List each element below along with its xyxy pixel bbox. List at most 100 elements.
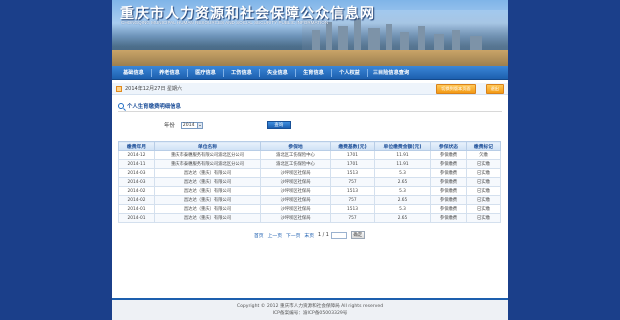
table-cell: 2.65 [374,195,431,205]
col-header-company: 单位名称 [154,141,261,151]
last-page-link[interactable]: 末页 [304,232,314,239]
table-cell: 昌达达（重庆）有限公司 [154,204,261,214]
nav-item-query[interactable]: 三目险信息查询 [368,69,414,76]
table-cell: 重庆市泰穗服务有限公司渝北区分公司 [154,159,261,169]
pagination: 首页 上一页 下一页 末页 1 / 1 确定 [112,230,508,240]
table-cell: 已实缴 [466,168,501,178]
main-nav: 基础信息 养老信息 医疗信息 工伤信息 失业信息 生育信息 个人权益 三目险信息… [112,66,508,80]
next-page-link[interactable]: 下一页 [286,232,300,239]
table-cell: 2014-12 [118,150,155,160]
table-cell: 沙坪坝区社保局 [260,204,331,214]
prev-page-link[interactable]: 上一页 [268,232,282,239]
table-cell: 1513 [330,168,375,178]
nav-item-injury[interactable]: 工伤信息 [224,69,259,76]
table-cell: 沙坪坝区社保局 [260,186,331,196]
payment-table: 缴费年月 单位名称 参保地 缴费基数(元) 单位缴费金额(元) 参保状态 缴费标… [118,141,501,223]
table-cell: 2014-02 [118,195,155,205]
table-cell: 参保缴费 [430,186,467,196]
table-row: 2014-03 昌达达（重庆）有限公司 沙坪坝区社保局 757 2.65 参保缴… [118,177,501,187]
table-cell: 参保缴费 [430,168,467,178]
section-title: 个人生育缴费明细信息 [127,104,181,110]
table-row: 2014-01 昌达达（重庆）有限公司 沙坪坝区社保局 757 2.65 参保缴… [118,213,501,223]
table-cell: 昌达达（重庆）有限公司 [154,168,261,178]
year-select[interactable]: 2014 [180,121,203,129]
table-cell: 已实缴 [466,186,501,196]
table-cell: 1513 [330,204,375,214]
table-cell: 757 [330,195,375,205]
nav-item-unemployment[interactable]: 失业信息 [260,69,295,76]
col-header-base: 缴费基数(元) [330,141,375,151]
col-header-flag: 缴费标记 [466,141,501,151]
chevron-down-icon[interactable] [196,122,202,128]
table-cell: 2014-03 [118,177,155,187]
table-cell: 欠缴 [466,150,501,160]
switch-version-button[interactable]: 切换到版本页面 [436,83,476,94]
table-row: 2014-02 昌达达（重庆）有限公司 沙坪坝区社保局 1513 5.3 参保缴… [118,186,501,196]
table-row: 2014-02 昌达达（重庆）有限公司 沙坪坝区社保局 757 2.65 参保缴… [118,195,501,205]
year-select-value: 2014 [182,122,195,128]
header-banner: 重庆市人力资源和社会保障公众信息网 CHONGQING MUNICIPAL HU… [112,0,508,66]
table-cell: 2014-03 [118,168,155,178]
table-row: 2014-03 昌达达（重庆）有限公司 沙坪坝区社保局 1513 5.3 参保缴… [118,168,501,178]
nav-item-pension[interactable]: 养老信息 [152,69,187,76]
filter-row: 年份 2014 查询 [112,118,508,132]
site-subtitle: CHONGQING MUNICIPAL HUMAN RESOURCES AND … [121,20,329,25]
table-cell: 2014-11 [118,159,155,169]
page: 重庆市人力资源和社会保障公众信息网 CHONGQING MUNICIPAL HU… [112,0,508,320]
table-cell: 757 [330,177,375,187]
table-cell: 1701 [330,150,375,160]
table-cell: 沙坪坝区社保局 [260,195,331,205]
table-cell: 参保缴费 [430,195,467,205]
col-header-amount: 单位缴费金额(元) [374,141,431,151]
page-number-input[interactable] [330,231,347,239]
table-cell: 已实缴 [466,213,501,223]
go-button[interactable]: 确定 [350,231,365,239]
table-cell: 参保缴费 [430,204,467,214]
table-cell: 昌达达（重庆）有限公司 [154,177,261,187]
logout-button[interactable]: 退出 [485,83,504,94]
table-cell: 11.91 [374,150,431,160]
table-cell: 已实缴 [466,159,501,169]
table-cell: 已实缴 [466,177,501,187]
table-cell: 渝北区工伤保险中心 [260,159,331,169]
nav-item-basic[interactable]: 基础信息 [116,69,151,76]
table-cell: 2014-01 [118,204,155,214]
table-cell: 2014-01 [118,213,155,223]
table-cell: 沙坪坝区社保局 [260,213,331,223]
info-bar: 2014年12月27日 星期六 切换到版本页面 退出 [112,83,508,95]
query-button[interactable]: 查询 [266,121,291,129]
table-cell: 参保缴费 [430,213,467,223]
table-cell: 昌达达（重庆）有限公司 [154,195,261,205]
table-cell: 参保缴费 [430,150,467,160]
current-date: 2014年12月27日 星期六 [125,86,183,92]
table-cell: 2.65 [374,177,431,187]
col-header-status: 参保状态 [430,141,467,151]
table-cell: 5.3 [374,204,431,214]
table-cell: 已实缴 [466,204,501,214]
table-cell: 1513 [330,186,375,196]
table-row: 2014-01 昌达达（重庆）有限公司 沙坪坝区社保局 1513 5.3 参保缴… [118,204,501,214]
table-cell: 参保缴费 [430,159,467,169]
nav-item-maternity[interactable]: 生育信息 [296,69,331,76]
table-cell: 沙坪坝区社保局 [260,168,331,178]
table-cell: 11.91 [374,159,431,169]
nav-item-medical[interactable]: 医疗信息 [188,69,223,76]
table-row: 2014-11 重庆市泰穗服务有限公司渝北区分公司 渝北区工伤保险中心 1701… [118,159,501,169]
table-row: 2014-12 重庆市泰穗服务有限公司渝北区分公司 渝北区工伤保险中心 1701… [118,150,501,160]
table-cell: 2014-02 [118,186,155,196]
table-cell: 参保缴费 [430,177,467,187]
section-header: 个人生育缴费明细信息 [118,101,502,112]
table-header-row: 缴费年月 单位名称 参保地 缴费基数(元) 单位缴费金额(元) 参保状态 缴费标… [118,141,501,151]
col-header-month: 缴费年月 [118,141,155,151]
col-header-location: 参保地 [260,141,331,151]
page-info: 1 / 1 [318,232,329,238]
search-icon [118,103,124,109]
table-cell: 已实缴 [466,195,501,205]
table-cell: 渝北区工伤保险中心 [260,150,331,160]
table-cell: 757 [330,213,375,223]
first-page-link[interactable]: 首页 [254,232,264,239]
year-label: 年份 [164,123,175,129]
table-cell: 2.65 [374,213,431,223]
nav-item-rights[interactable]: 个人权益 [332,69,367,76]
copyright-text: Copyright © 2012 重庆市人力资源和社会保障局 All right… [236,304,384,309]
